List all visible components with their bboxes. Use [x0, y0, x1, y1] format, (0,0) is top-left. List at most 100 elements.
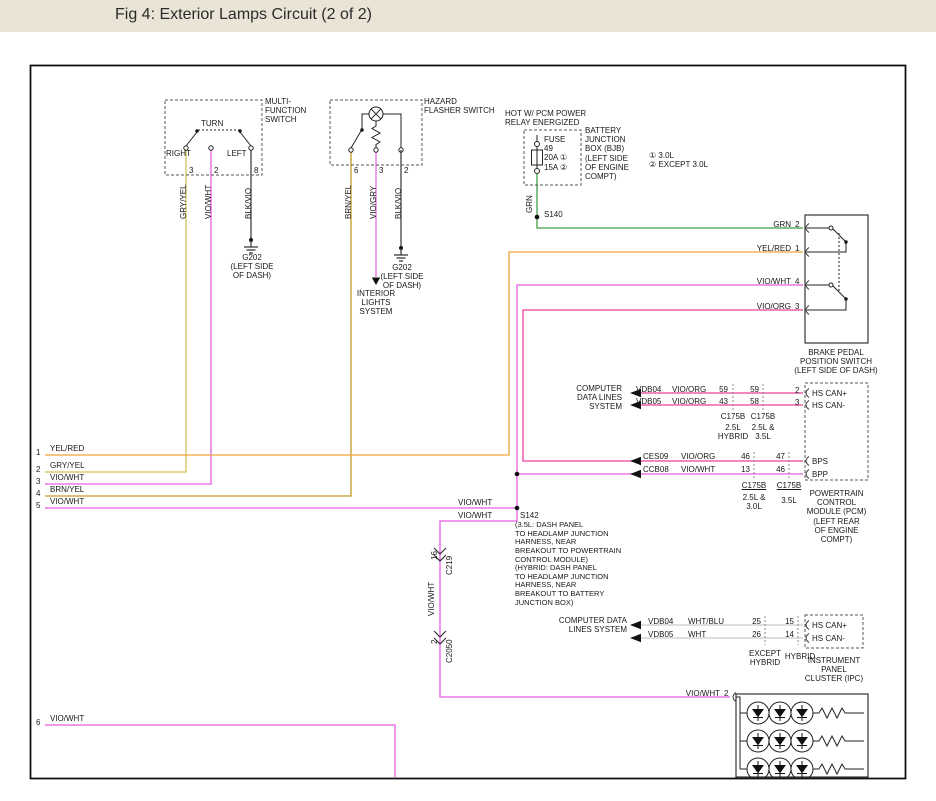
connector-c175b-label: C175B [748, 412, 778, 421]
pin-number: 46 [771, 465, 785, 474]
right-label: RIGHT [166, 149, 191, 158]
multifunction-switch-label: MULTI- FUNCTION SWITCH [265, 97, 306, 125]
circuit-vdb04: VDB04 [636, 385, 661, 394]
edge-pin-number: 5 [36, 501, 40, 510]
edge-pin-number: 2 [36, 465, 40, 474]
wire-label-vio-wht: VIO/WHT [50, 473, 84, 482]
wire-label-blk-vio: BLK/VIO [244, 188, 253, 219]
ground-g202-label: G202 (LEFT SIDE OF DASH) [226, 253, 278, 281]
wire-label-vio-wht: VIO/WHT [731, 277, 791, 286]
edge-pin-number: 3 [36, 477, 40, 486]
pin-number: 2 [795, 220, 799, 229]
pin-number: 6 [354, 166, 358, 175]
hot-feed-note: HOT W/ PCM POWER RELAY ENERGIZED [505, 109, 586, 127]
wire-label-vio-wht: VIO/WHT [50, 714, 84, 723]
wire-label-vio-gry: VIO/GRY [369, 186, 378, 219]
pcm-label: POWERTRAIN CONTROL MODULE (PCM) (LEFT RE… [794, 489, 879, 544]
pin-number: 2 [404, 166, 408, 175]
wire-label-vio-wht: VIO/WHT [427, 582, 436, 616]
pin-number: 2 [795, 386, 799, 395]
computer-data-lines-label: COMPUTER DATA LINES SYSTEM [545, 616, 627, 634]
wire-label-vio-org: VIO/ORG [672, 385, 706, 394]
pin-number: 2 [430, 640, 439, 644]
pcm-pin-bps: BPS [812, 457, 828, 466]
wire-label-gry-yel: GRY/YEL [179, 184, 188, 219]
wire-label-grn: GRN [731, 220, 791, 229]
pin-number: 1 [795, 244, 799, 253]
pin-number: 47 [771, 452, 785, 461]
wire-label-vio-org: VIO/ORG [681, 452, 715, 461]
hazard-flasher-label: HAZARD FLASHER SWITCH [424, 97, 495, 115]
pin-number: 3 [189, 166, 193, 175]
pin-number: 4 [795, 277, 799, 286]
wire-label-brn-yel: BRN/YEL [50, 485, 84, 494]
pin-number: 15 [780, 617, 794, 626]
wire-label-vio-wht: VIO/WHT [50, 497, 84, 506]
wire-label-vio-wht: VIO/WHT [204, 185, 213, 219]
fuse-label: FUSE 49 20A ① 15A ② [544, 135, 567, 172]
interior-lights-system-label: INTERIOR LIGHTS SYSTEM [350, 289, 402, 317]
diagram-border [31, 66, 906, 779]
wire-label-vio-wht: VIO/WHT [458, 498, 492, 507]
pin-number: 13 [736, 465, 750, 474]
variant-label: 2.5L & 3.5L [743, 423, 783, 441]
wire-label-vio-org: VIO/ORG [672, 397, 706, 406]
wire-label-wht-blu: WHT/BLU [688, 617, 724, 626]
ipc-pin-hs-can-plus: HS CAN+ [812, 621, 847, 630]
pin-number: 8 [254, 166, 258, 175]
pin-number: 59 [745, 385, 759, 394]
wire-label-brn-yel: BRN/YEL [344, 185, 353, 219]
wire-label-grn: GRN [525, 195, 534, 213]
wire-label-wht: WHT [688, 630, 706, 639]
pin-number: 3 [795, 398, 799, 407]
splice-s142-label: S142 [520, 511, 539, 520]
wire-label-vio-wht: VIO/WHT [681, 465, 715, 474]
pin-number: 59 [714, 385, 728, 394]
wire-label-blk-vio: BLK/VIO [394, 188, 403, 219]
pivot-dot [844, 297, 847, 300]
splice-s142-note: (3.5L: DASH PANEL TO HEADLAMP JUNCTION H… [515, 521, 621, 607]
pin-number: 14 [780, 630, 794, 639]
engine-variant-legend: ① 3.0L ② EXCEPT 3.0L [649, 151, 708, 169]
pin-number: 3 [379, 166, 383, 175]
pcm-pin-bpp: BPP [812, 470, 828, 479]
wire-label-vio-wht: VIO/WHT [660, 689, 720, 698]
splice-s142-dot [515, 506, 520, 511]
circuit-vdb05: VDB05 [648, 630, 673, 639]
pin-number: 25 [747, 617, 761, 626]
wire-label-yel-red: YEL/RED [50, 444, 84, 453]
pin-number: 2 [214, 166, 218, 175]
pin-number: 2 [724, 689, 728, 698]
circuit-vdb05: VDB05 [636, 397, 661, 406]
circuit-ces09: CES09 [643, 452, 668, 461]
wire-label-vio-org: VIO/ORG [731, 302, 791, 311]
ipc-pin-hs-can-minus: HS CAN- [812, 634, 845, 643]
ipc-label: INSTRUMENT PANEL CLUSTER (IPC) [794, 656, 874, 684]
pin-number: 43 [714, 397, 728, 406]
wire-label-yel-red: YEL/RED [731, 244, 791, 253]
turn-label: TURN [201, 119, 223, 128]
connector-c175b-label: C175B [739, 481, 769, 490]
splice-s140-dot [535, 215, 540, 220]
pcm-pin-hs-can-plus: HS CAN+ [812, 389, 847, 398]
wire-label-vio-wht: VIO/WHT [458, 511, 492, 520]
pivot-dot [238, 129, 241, 132]
circuit-ccb08: CCB08 [643, 465, 669, 474]
connector-c175b-label: C175B [718, 412, 748, 421]
left-label: LEFT [227, 149, 247, 158]
variant-label: EXCEPT HYBRID [745, 649, 785, 667]
pin-number: 3 [795, 302, 799, 311]
edge-pin-number: 6 [36, 718, 40, 727]
wire-label-gry-yel: GRY/YEL [50, 461, 85, 470]
pin-number: 46 [736, 452, 750, 461]
connector-c2050-label: C2050 [445, 639, 454, 663]
pivot-dot [844, 240, 847, 243]
ground-g202-label: G202 (LEFT SIDE OF DASH) [376, 263, 428, 291]
bjb-label: BATTERY JUNCTION BOX (BJB) (LEFT SIDE OF… [585, 126, 629, 181]
pin-number: 58 [745, 397, 759, 406]
computer-data-lines-label: COMPUTER DATA LINES SYSTEM [552, 384, 622, 412]
pivot-dot [360, 128, 363, 131]
junction-dot [515, 472, 520, 477]
variant-label: 2.5L & 3.0L [734, 493, 774, 511]
brake-pedal-switch-label: BRAKE PEDAL POSITION SWITCH (LEFT SIDE O… [790, 348, 882, 376]
